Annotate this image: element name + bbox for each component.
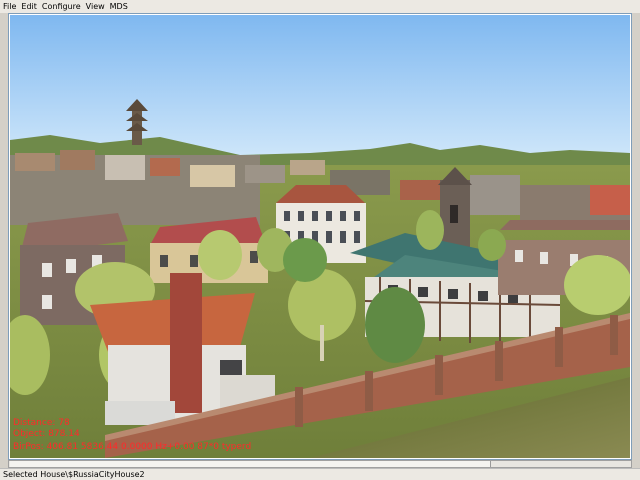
menu-bar: File Edit Configure View MDS <box>0 0 640 13</box>
menu-view[interactable]: View <box>83 0 107 13</box>
scene-render <box>10 15 630 458</box>
menu-mds[interactable]: MDS <box>107 0 130 13</box>
status-bar: Selected House\$RussiaCityHouse2 <box>0 468 640 480</box>
hud-position: BirPos: 406.81 5836.44 0.0000 Hz+0.00 87… <box>13 442 252 452</box>
horizontal-scrollbar[interactable] <box>8 460 632 468</box>
3d-viewport[interactable] <box>10 15 630 458</box>
hud-distance: Distance: 78 <box>13 418 70 428</box>
scrollbar-thumb[interactable] <box>10 461 491 467</box>
menu-configure[interactable]: Configure <box>39 0 83 13</box>
hud-object: Object: 878.14 <box>13 429 80 439</box>
menu-edit[interactable]: Edit <box>18 0 39 13</box>
menu-file[interactable]: File <box>0 0 18 13</box>
